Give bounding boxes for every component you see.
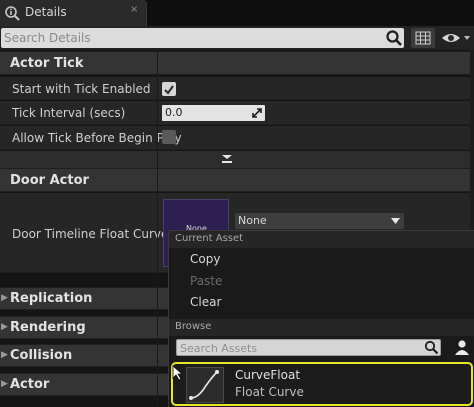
category-actor-tick[interactable]: Actor Tick [0, 51, 474, 75]
tab-details-label: Details [25, 5, 67, 19]
category-actor-tick-label: Actor Tick [10, 56, 84, 71]
details-search-field [1, 28, 404, 48]
property-row-start-with-tick: Start with Tick Enabled [0, 77, 474, 100]
chevron-right-icon: ▶ [1, 350, 8, 360]
magnifier-info-icon [5, 6, 20, 21]
browse-header: Browse [175, 321, 212, 332]
search-input[interactable] [4, 30, 379, 46]
category-collision-label: Collision [10, 348, 73, 363]
allow-tick-checkbox[interactable] [162, 130, 176, 144]
checkmark-icon [164, 85, 174, 95]
category-door-actor[interactable]: Door Actor [0, 168, 474, 192]
tab-strip: Details × [0, 0, 474, 26]
property-row-allow-tick: Allow Tick Before Begin Play [0, 126, 474, 150]
start-with-tick-label: Start with Tick Enabled [12, 82, 151, 96]
asset-tile-curvefloat[interactable]: CurveFloat Float Curve [171, 362, 473, 406]
asset-type: Float Curve [235, 385, 304, 399]
chevron-right-icon: ▶ [1, 322, 8, 332]
door-timeline-curve-label: Door Timeline Float Curve [12, 227, 169, 241]
curve-asset-thumb [186, 367, 224, 403]
menu-item-clear[interactable]: Clear [169, 293, 474, 313]
search-icon[interactable] [424, 340, 439, 355]
resize-arrows-icon [252, 108, 262, 118]
category-actor-label: Actor [10, 377, 50, 392]
grid-icon [415, 31, 431, 45]
copy-label: Copy [190, 252, 221, 266]
float-curve-icon [189, 370, 219, 400]
menu-header-browse: Browse [169, 319, 474, 336]
menu-item-paste[interactable]: Paste [169, 272, 474, 292]
close-icon[interactable]: × [130, 4, 138, 15]
chevron-right-icon: ▶ [1, 293, 8, 303]
category-door-actor-label: Door Actor [10, 173, 89, 188]
tick-interval-label: Tick Interval (secs) [12, 106, 126, 120]
paste-label: Paste [190, 274, 223, 288]
clear-label: Clear [190, 295, 222, 309]
asset-picker-popup: Current Asset Copy Paste Clear Browse Cu… [168, 230, 474, 407]
chevron-right-icon: ▶ [1, 379, 8, 389]
advanced-expander[interactable] [0, 151, 474, 168]
tick-interval-field[interactable]: 0.0 [162, 105, 265, 121]
eye-icon [442, 34, 470, 42]
menu-item-copy[interactable]: Copy [169, 250, 474, 270]
asset-search-field [176, 339, 441, 356]
search-icon[interactable] [385, 29, 403, 47]
chevron-down-icon [222, 155, 232, 163]
menu-header-current-asset: Current Asset [169, 231, 474, 248]
details-search-row [0, 26, 474, 50]
curve-asset-combo-value: None [238, 214, 267, 227]
asset-name: CurveFloat [235, 368, 301, 382]
tick-interval-value: 0.0 [165, 106, 183, 119]
start-with-tick-checkbox[interactable] [162, 82, 176, 96]
column-divider[interactable] [157, 50, 158, 407]
view-options-button[interactable] [440, 28, 472, 48]
category-replication-label: Replication [10, 291, 93, 306]
chevron-down-icon [391, 218, 400, 224]
category-rendering-label: Rendering [10, 320, 86, 335]
asset-search-input[interactable] [180, 341, 420, 355]
curve-asset-combo[interactable]: None [235, 213, 404, 229]
property-matrix-button[interactable] [411, 28, 435, 48]
user-icon[interactable] [454, 339, 470, 356]
current-asset-header: Current Asset [175, 233, 244, 244]
mouse-cursor-icon [172, 365, 184, 381]
tab-details[interactable]: Details × [0, 0, 147, 26]
